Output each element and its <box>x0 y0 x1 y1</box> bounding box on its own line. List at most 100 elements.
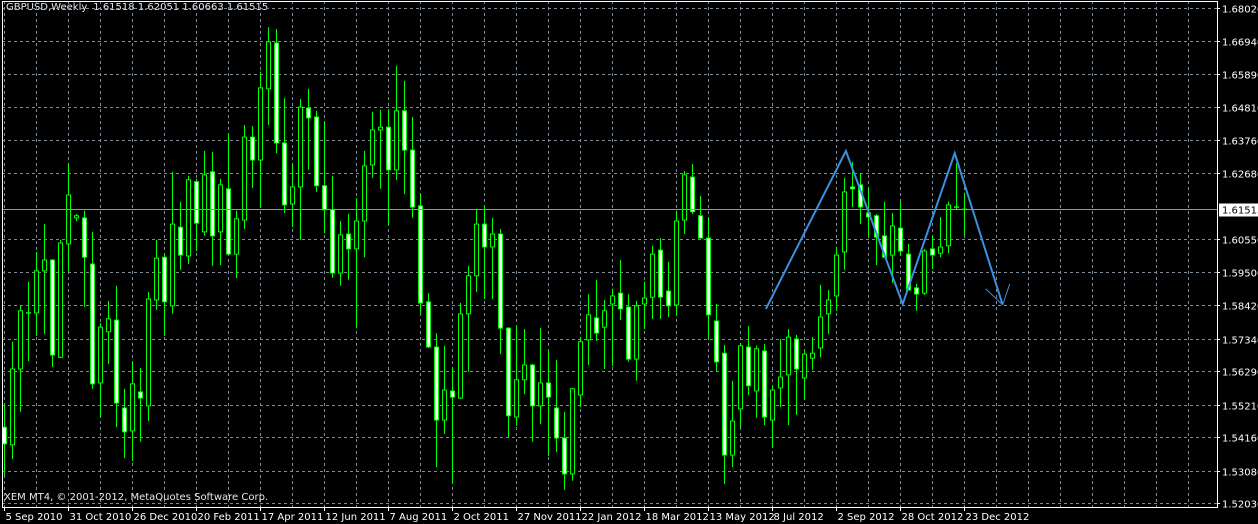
time-tick-label: 20 Feb 2011 <box>198 512 260 523</box>
candle-body <box>714 320 719 363</box>
candle-body <box>658 249 663 298</box>
candle-bullish <box>578 338 583 408</box>
chart-frame <box>2 1 1218 508</box>
candle-bearish <box>282 98 287 213</box>
candle-bullish <box>290 163 295 228</box>
candle-bullish <box>146 291 151 422</box>
candle-body <box>250 136 255 161</box>
candle-body <box>266 41 271 90</box>
candle-body <box>514 379 519 418</box>
price-tick-label: 1.60550 <box>1222 236 1258 247</box>
price-tick-label: 1.57340 <box>1222 336 1258 347</box>
price-tick-label: 1.52030 <box>1222 500 1258 511</box>
price-tick-label: 1.56290 <box>1222 368 1258 379</box>
candle-body <box>722 352 727 456</box>
candle-bullish <box>298 99 303 240</box>
price-axis[interactable]: 1.68020 1.66940 1.65890 1.64810 1.63760 1.626… <box>1217 5 1258 511</box>
candle-body <box>730 420 735 456</box>
price-tick-label: 1.63760 <box>1222 137 1258 148</box>
candle-body <box>274 42 279 144</box>
candle-bearish <box>698 195 703 239</box>
candle-bullish <box>682 170 687 235</box>
candle-body <box>370 129 375 166</box>
candle-body <box>162 256 167 303</box>
candle-body <box>146 298 151 407</box>
candle-bullish <box>522 329 527 395</box>
candle-body <box>330 209 335 274</box>
candle-body <box>698 215 703 239</box>
candle-bullish <box>442 345 447 435</box>
candle-bullish <box>234 210 239 278</box>
candle-body <box>354 220 359 250</box>
time-tick-label: 13 May 2012 <box>710 512 775 523</box>
candle-body <box>442 389 447 421</box>
candle-body <box>458 313 463 399</box>
candle-body <box>242 136 247 221</box>
candle-body <box>298 106 303 188</box>
candle-bearish <box>82 210 87 308</box>
candle-bullish <box>954 163 959 210</box>
candle-bullish <box>74 213 79 222</box>
candle-bullish <box>738 342 743 428</box>
price-tick-label: 1.55210 <box>1222 402 1258 413</box>
candle-body <box>586 314 591 341</box>
time-tick-label: 5 Sep 2010 <box>6 512 63 523</box>
candlestick-chart[interactable]: 1.68020 1.66940 1.65890 1.64810 1.63760 1.626… <box>0 0 1258 524</box>
candle-body <box>594 317 599 334</box>
candle-body <box>666 290 671 307</box>
candle-bearish <box>618 260 623 321</box>
candle-bullish <box>826 290 831 335</box>
candle-body <box>74 215 79 219</box>
price-tick-label: 1.68020 <box>1222 5 1258 16</box>
candle-bearish <box>858 173 863 225</box>
candle-bullish <box>802 350 807 400</box>
candle-body <box>530 364 535 407</box>
candle-bearish <box>794 334 799 415</box>
candle-bearish <box>450 367 455 484</box>
candle-bearish <box>178 201 183 270</box>
candle-body <box>850 186 855 190</box>
candle-bearish <box>330 175 335 278</box>
price-tick-label: 1.58420 <box>1222 302 1258 313</box>
candle-body <box>706 237 711 316</box>
candle-body <box>898 227 903 252</box>
candle-body <box>754 348 759 392</box>
candle-bullish <box>354 198 359 329</box>
candle-body <box>402 110 407 151</box>
candle-body <box>306 107 311 119</box>
price-tick-label: 1.59500 <box>1222 269 1258 280</box>
candle-bullish <box>66 164 71 271</box>
candle-body <box>362 165 367 222</box>
candle-body <box>98 326 103 384</box>
candle-bullish <box>202 151 207 236</box>
candle-bearish <box>666 261 671 317</box>
candle-body <box>194 181 199 224</box>
candle-bullish <box>754 345 759 418</box>
zigzag-drawing[interactable] <box>765 148 1011 310</box>
candle-body <box>842 191 847 253</box>
candle-bearish <box>426 293 431 348</box>
candle-body <box>170 223 175 307</box>
candle-body <box>546 382 551 398</box>
candle-body <box>186 179 191 257</box>
candle-bullish <box>130 361 135 461</box>
candle-body <box>290 186 295 205</box>
time-axis[interactable]: 5 Sep 2010 31 Oct 2010 26 Dec 2010 20 Feb 2… <box>4 507 1030 523</box>
candle-bearish <box>530 364 535 442</box>
price-tick-label: 1.66940 <box>1222 38 1258 49</box>
candle-bullish <box>242 125 247 230</box>
price-tick-label: 1.62680 <box>1222 170 1258 181</box>
candle-bearish <box>346 213 351 280</box>
candle-body <box>282 142 287 206</box>
candle-bullish <box>186 175 191 265</box>
candle-body <box>490 233 495 248</box>
candle-body <box>322 185 327 211</box>
time-tick-label: 7 Aug 2011 <box>390 512 448 523</box>
time-tick-label: 18 Mar 2012 <box>646 512 709 523</box>
candle-body <box>746 346 751 387</box>
candle-body <box>210 171 215 237</box>
candle-body <box>386 126 391 171</box>
candle-bearish <box>546 350 551 456</box>
candle-bullish <box>834 247 839 311</box>
time-tick-label: 12 Jun 2011 <box>326 512 386 523</box>
